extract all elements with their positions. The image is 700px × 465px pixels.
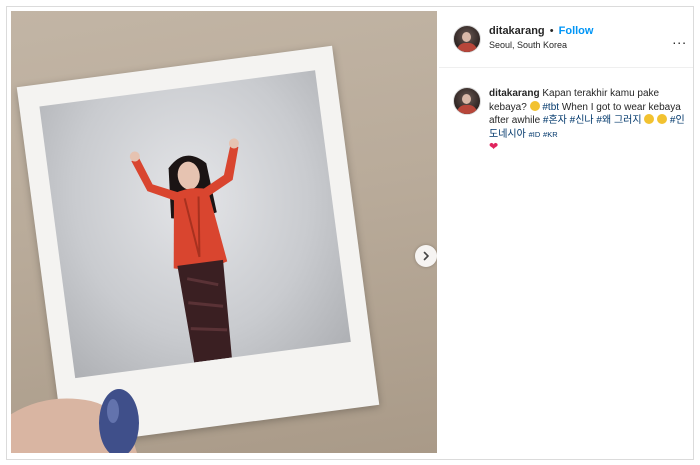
post-frame: ditakarang • Follow Seoul, South Korea .… bbox=[6, 6, 694, 460]
location-link[interactable]: Seoul, South Korea bbox=[489, 40, 567, 50]
separator-dot: • bbox=[549, 25, 554, 37]
follow-button[interactable]: Follow bbox=[559, 25, 594, 37]
caption-text: ditakarang Kapan terakhir kamu pake keba… bbox=[489, 87, 685, 155]
caption-avatar[interactable] bbox=[453, 87, 481, 115]
username-link[interactable]: ditakarang bbox=[489, 25, 545, 37]
next-image-button[interactable] bbox=[415, 245, 437, 267]
header-user-line: ditakarang • Follow bbox=[489, 25, 593, 37]
avatar[interactable] bbox=[453, 25, 481, 53]
post-sidebar: ditakarang • Follow Seoul, South Korea .… bbox=[439, 7, 693, 459]
hashtag-6[interactable]: #ID bbox=[529, 130, 541, 139]
post-header: ditakarang • Follow Seoul, South Korea .… bbox=[439, 7, 693, 68]
grimacing-face-icon bbox=[529, 100, 540, 111]
rolling-eyes-face-icon bbox=[657, 114, 668, 124]
hand-holding-polaroid bbox=[11, 389, 139, 453]
caption-username[interactable]: ditakarang bbox=[489, 88, 540, 99]
hashtag-2[interactable]: #신나 bbox=[570, 115, 594, 126]
red-heart-icon: ❤ bbox=[489, 141, 499, 153]
hashtag-tbt[interactable]: #tbt bbox=[542, 102, 559, 113]
more-options-icon[interactable]: ... bbox=[672, 31, 687, 47]
woman-in-kebaya-illustration bbox=[129, 138, 239, 363]
hashtag-7[interactable]: #KR bbox=[543, 130, 558, 139]
post-image[interactable] bbox=[11, 11, 437, 453]
chevron-right-icon bbox=[423, 251, 429, 261]
hashtag-3[interactable]: #왜 bbox=[596, 115, 611, 126]
polaroid-picture bbox=[39, 70, 351, 379]
hashtag-4[interactable]: 그러지 bbox=[614, 115, 642, 126]
hashtag-1[interactable]: #혼자 bbox=[543, 115, 567, 126]
rolling-eyes-face-icon bbox=[644, 114, 655, 124]
